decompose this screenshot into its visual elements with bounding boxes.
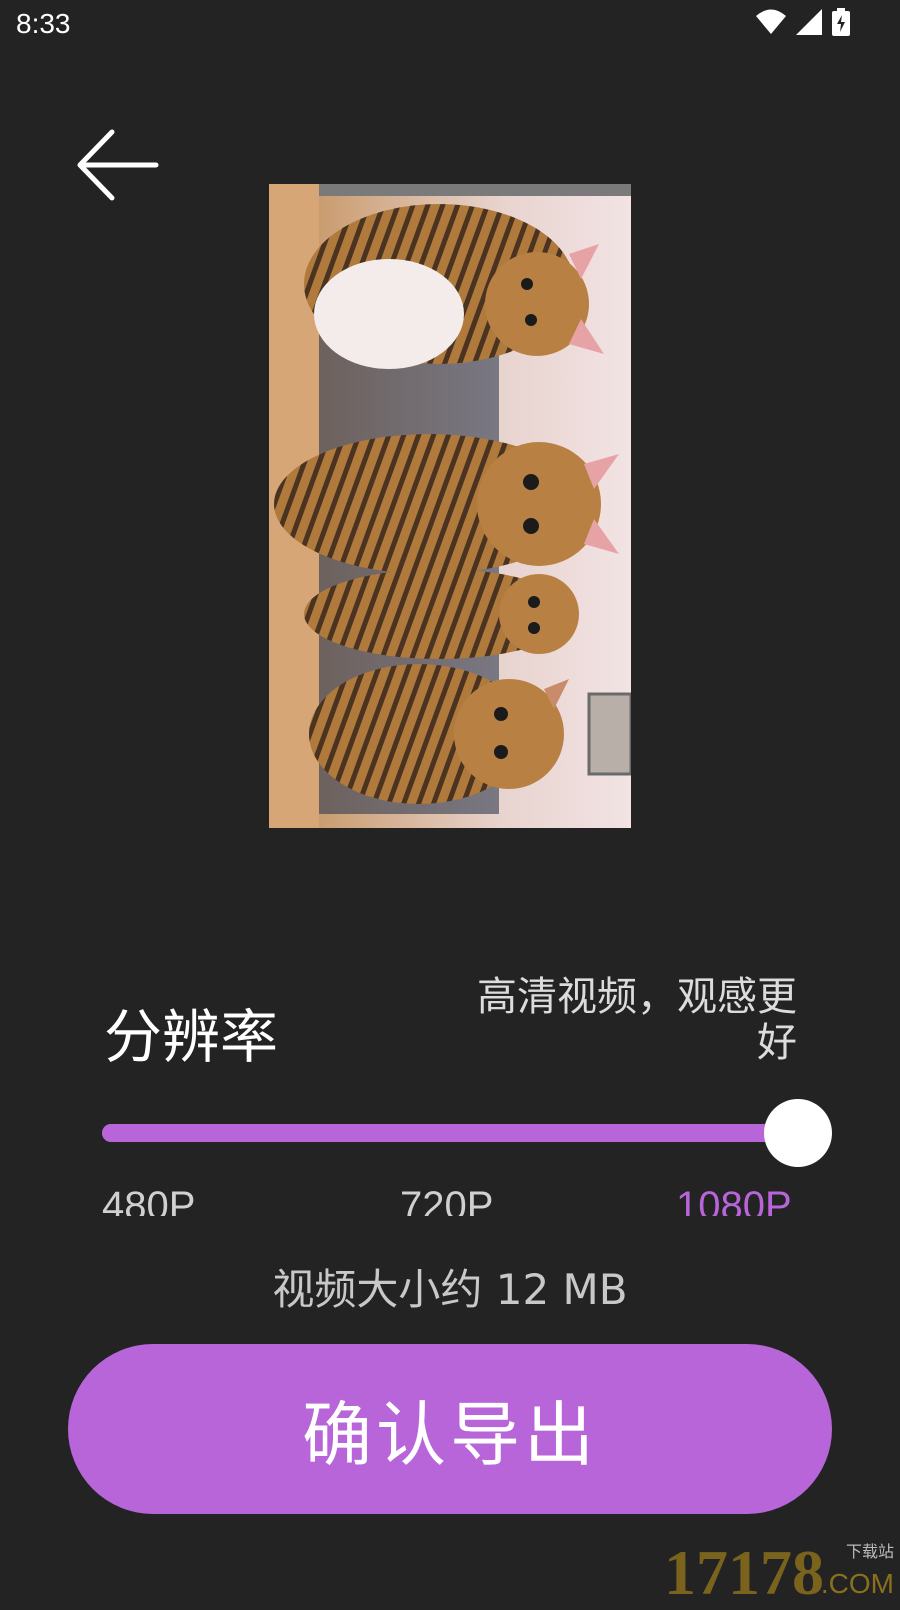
resolution-slider[interactable]	[102, 1099, 832, 1167]
option-480p[interactable]: 480P	[102, 1190, 195, 1216]
watermark-domain: .COM	[820, 1568, 894, 1599]
status-bar: 8:33	[0, 0, 900, 50]
signal-icon	[796, 9, 822, 39]
resolution-description: 高清视频，观感更好	[477, 974, 797, 1066]
wifi-icon	[756, 9, 786, 39]
video-preview	[269, 184, 631, 828]
battery-charging-icon	[832, 8, 850, 40]
option-1080p[interactable]: 1080P	[676, 1190, 792, 1216]
watermark-label: 下载站	[845, 1542, 894, 1561]
slider-thumb[interactable]	[764, 1099, 832, 1167]
status-time: 8:33	[16, 8, 71, 39]
confirm-export-button[interactable]: 确认导出	[68, 1344, 832, 1514]
slider-fill	[102, 1124, 798, 1142]
watermark-number: 17178	[664, 1537, 824, 1608]
status-icons	[756, 8, 850, 40]
resolution-options: 480P 720P 1080P	[102, 1190, 802, 1216]
option-720p[interactable]: 720P	[400, 1190, 493, 1216]
watermark-logo: 17178 下载站 .COM	[664, 1536, 894, 1608]
back-button[interactable]	[70, 120, 170, 210]
video-size-info: 视频大小约 12 MB	[272, 1265, 628, 1314]
resolution-title: 分辨率	[104, 1003, 279, 1071]
arrow-left-icon	[77, 129, 159, 201]
